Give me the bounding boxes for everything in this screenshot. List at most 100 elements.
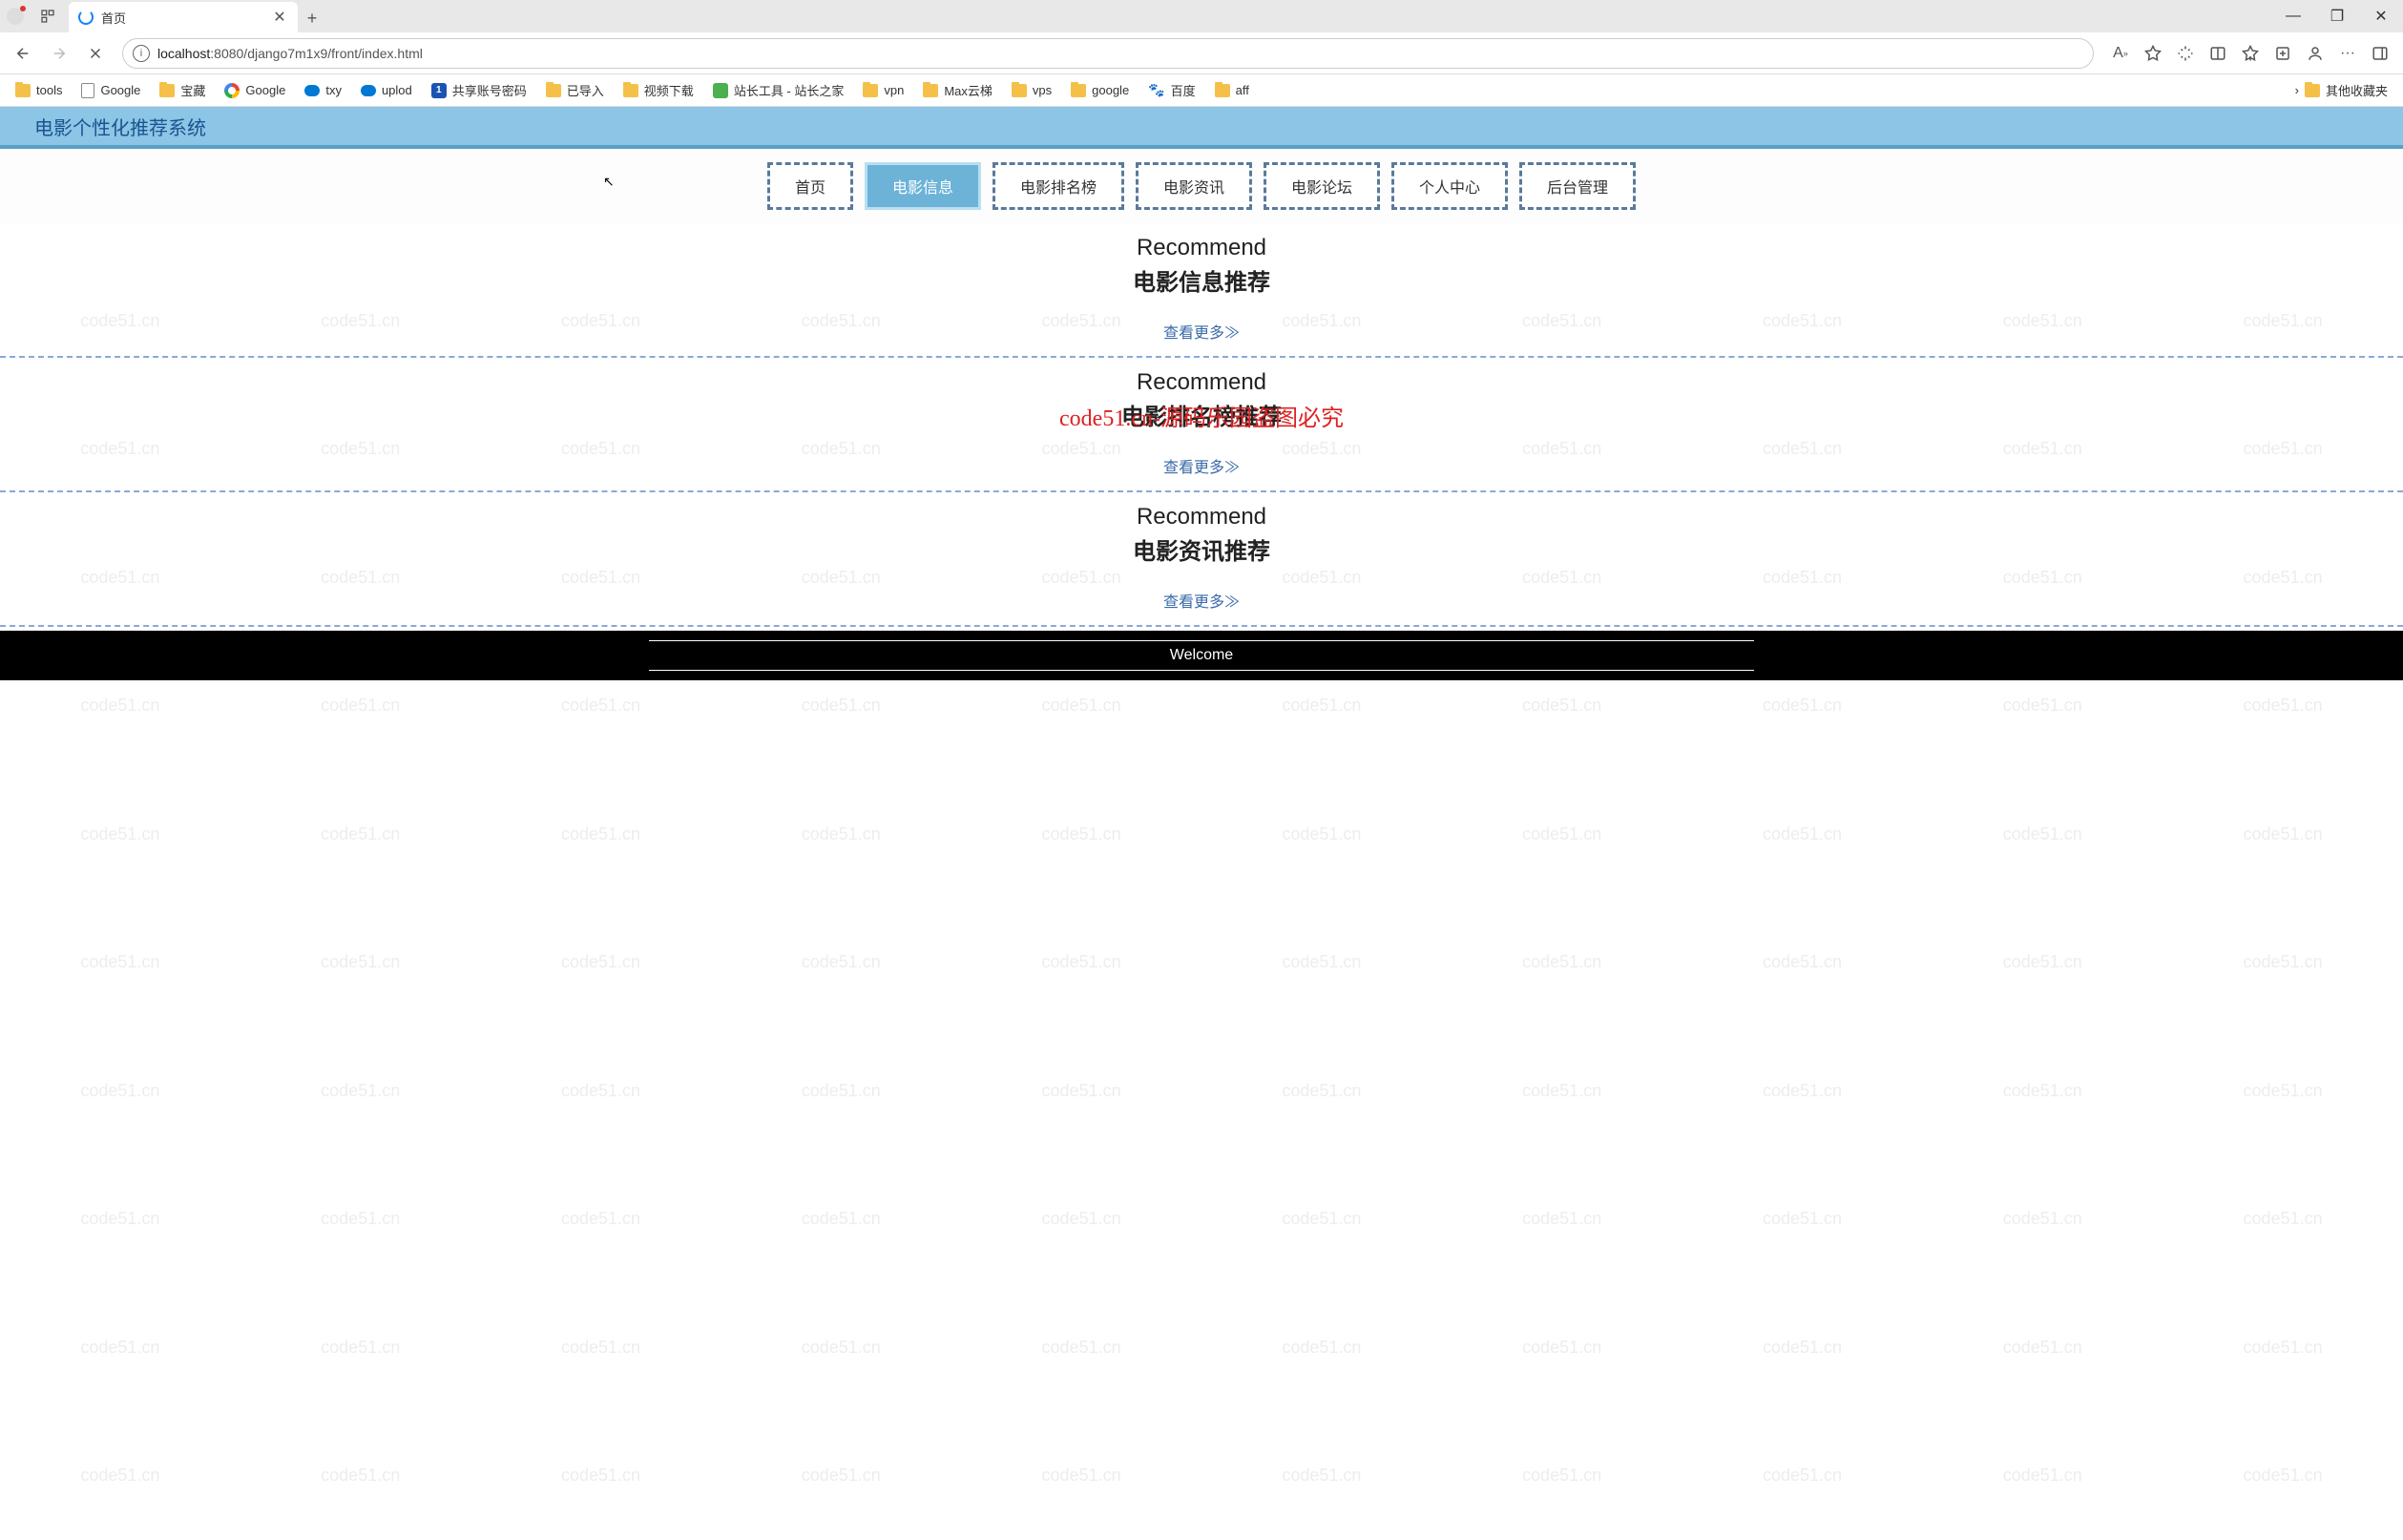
bookmark-item[interactable]: vpn [855,79,911,101]
bookmark-label: txy [325,83,342,97]
browser-toolbar: i localhost:8080/django7m1x9/front/index… [0,32,2403,74]
bookmark-item[interactable]: Google [73,79,148,102]
split-button[interactable] [2203,38,2233,69]
back-button[interactable] [8,38,38,69]
browser-tab[interactable]: 首页 ✕ [69,2,298,32]
bookmark-label: 共享账号密码 [452,81,527,99]
page-footer: Welcome [0,631,2403,680]
more-link[interactable]: 查看更多≫ [1163,320,1240,343]
tab-close-button[interactable]: ✕ [271,9,288,26]
workspaces-button[interactable] [31,0,65,32]
forward-button[interactable] [44,38,74,69]
bookmark-label: Google [245,83,285,97]
bookmark-item[interactable]: 宝藏 [152,77,213,103]
nav-item-6[interactable]: 后台管理 [1519,162,1636,210]
bookmark-label: vps [1033,83,1052,97]
bookmark-label: 宝藏 [180,81,205,99]
bookmark-item[interactable]: tools [8,79,70,101]
section-title-en: Recommend [0,235,2403,261]
section-title-en: Recommend [0,369,2403,396]
profile-button[interactable] [0,0,31,32]
collections-button[interactable] [2267,38,2298,69]
new-tab-button[interactable]: + [298,4,326,32]
site-info-icon[interactable]: i [133,45,150,62]
bookmark-label: 视频下载 [644,81,694,99]
folder-icon [923,84,938,97]
recommend-section-0: Recommend电影信息推荐查看更多≫ [0,223,2403,358]
g-icon [224,83,240,98]
page-title: 电影个性化推荐系统 [34,113,206,140]
nav-item-1[interactable]: 电影信息 [865,162,981,210]
tab-strip: 首页 ✕ + — ❐ ✕ [0,0,2403,32]
minimize-button[interactable]: — [2271,0,2315,32]
bookmark-label: google [1092,83,1129,97]
section-title-en: Recommend [0,504,2403,531]
folder-icon [1071,84,1086,97]
nav-item-5[interactable]: 个人中心 [1391,162,1508,210]
chevron-right-icon: › [2295,83,2299,97]
bookmark-label: Google [100,83,140,97]
more-link[interactable]: 查看更多≫ [1163,589,1240,612]
close-window-button[interactable]: ✕ [2359,0,2403,32]
main-nav: 首页电影信息电影排名榜电影资讯电影论坛个人中心后台管理 [0,149,2403,223]
loading-icon [78,10,94,25]
page-header: 电影个性化推荐系统 [0,107,2403,149]
bookmarks-overflow[interactable]: › 其他收藏夹 [2288,77,2395,103]
recommend-section-1: Recommend电影排名榜推荐查看更多≫ [0,358,2403,492]
bookmark-item[interactable]: 视频下载 [616,77,701,103]
stop-button[interactable] [80,38,111,69]
more-link[interactable]: 查看更多≫ [1163,454,1240,477]
bookmark-label: 站长工具 - 站长之家 [734,81,845,99]
favorites-list-button[interactable] [2235,38,2266,69]
section-title-zh: 电影资讯推荐 [0,532,2403,566]
onedrive-icon [361,85,376,96]
bookmark-label: uplod [382,83,412,97]
bookmark-item[interactable]: Max云梯 [915,77,1000,103]
page-icon [81,83,94,98]
bookmark-item[interactable]: aff [1207,79,1257,101]
url-text: localhost:8080/django7m1x9/front/index.h… [157,46,2083,61]
paw-icon: 🐾 [1148,82,1164,98]
footer-text: Welcome [649,640,1754,671]
bookmarks-bar: tools Google 宝藏 Google txy uplod 1 共享账号密码 已导入 视频下… [0,74,2403,107]
bookmark-label: aff [1236,83,1249,97]
1pass-icon: 1 [431,83,447,98]
nav-item-0[interactable]: 首页 [767,162,853,210]
bookmark-item[interactable]: google [1063,79,1137,101]
bookmarks-overflow-label: 其他收藏夹 [2326,81,2388,99]
bookmark-item[interactable]: uplod [353,79,420,101]
bookmark-item[interactable]: txy [297,79,349,101]
bookmark-item[interactable]: 已导入 [538,77,612,103]
bookmark-item[interactable]: 1 共享账号密码 [424,77,534,103]
bookmark-label: Max云梯 [944,81,993,99]
folder-icon [2305,84,2320,97]
nav-item-2[interactable]: 电影排名榜 [993,162,1124,210]
nav-item-4[interactable]: 电影论坛 [1264,162,1380,210]
extensions-button[interactable] [2170,38,2201,69]
section-title-zh: 电影排名榜推荐 [0,398,2403,431]
sidebar-button[interactable] [2365,38,2395,69]
nav-item-3[interactable]: 电影资讯 [1136,162,1252,210]
folder-icon [1215,84,1230,97]
bookmark-label: 已导入 [567,81,604,99]
bookmark-item[interactable]: 🐾百度 [1140,77,1202,103]
bookmark-item[interactable]: Google [217,79,293,102]
section-title-zh: 电影信息推荐 [0,263,2403,297]
read-aloud-button[interactable]: A» [2105,38,2136,69]
favorite-button[interactable] [2138,38,2168,69]
onedrive-icon [304,85,320,96]
bookmark-item[interactable]: vps [1004,79,1059,101]
folder-icon [15,84,31,97]
bookmark-label: tools [36,83,62,97]
bookmark-item[interactable]: 站长工具 - 站长之家 [705,77,852,103]
account-button[interactable] [2300,38,2330,69]
address-bar[interactable]: i localhost:8080/django7m1x9/front/index… [122,38,2094,69]
bookmark-label: vpn [884,83,904,97]
folder-icon [1012,84,1027,97]
green-icon [713,83,728,98]
folder-icon [623,84,638,97]
more-button[interactable]: ··· [2332,38,2363,69]
tab-title: 首页 [101,9,263,27]
folder-icon [863,84,878,97]
maximize-button[interactable]: ❐ [2315,0,2359,32]
